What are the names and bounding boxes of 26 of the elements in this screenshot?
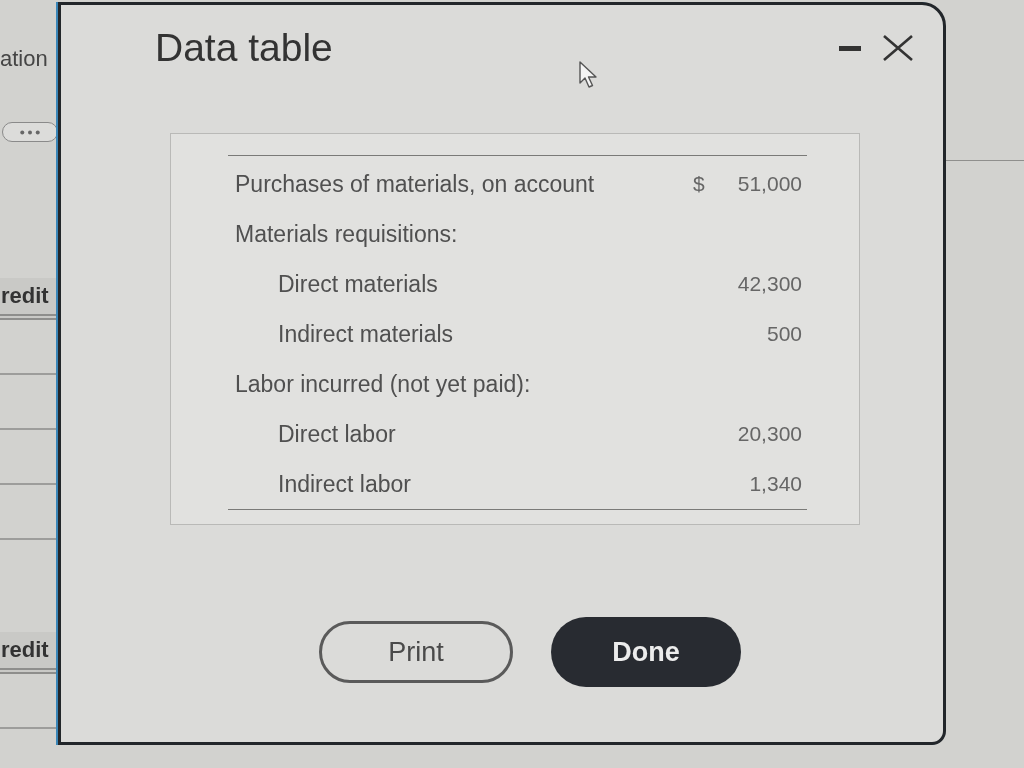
amount-value: 51,000 <box>737 172 802 196</box>
ellipsis-icon <box>20 129 40 135</box>
row-label: Direct materials <box>277 270 438 298</box>
more-button[interactable] <box>2 122 58 142</box>
row-label: Materials requisitions: <box>234 220 458 248</box>
row-label: Indirect labor <box>277 470 411 498</box>
column-header: redit <box>0 278 58 320</box>
print-button[interactable]: Print <box>319 621 513 683</box>
row-label: Indirect materials <box>277 320 454 348</box>
row-label: Purchases of materials, on account <box>234 170 595 198</box>
pointer-icon <box>579 61 599 89</box>
currency-symbol: $ <box>693 172 705 196</box>
amount-value: 500 <box>766 322 802 346</box>
close-icon <box>883 35 913 61</box>
row-label: Labor incurred (not yet paid): <box>234 370 531 398</box>
dialog-title: Data table <box>155 25 333 71</box>
close-button[interactable] <box>883 35 913 61</box>
amount-value: 20,300 <box>737 422 802 446</box>
amount-value: 1,340 <box>749 472 802 496</box>
amount-value: 42,300 <box>737 272 802 296</box>
minimize-button[interactable] <box>839 45 861 51</box>
row-label: Direct labor <box>277 420 396 448</box>
minimize-icon <box>839 45 861 51</box>
heading-text: ation <box>0 46 48 72</box>
done-button[interactable]: Done <box>551 617 741 687</box>
column-header: redit <box>0 632 58 674</box>
